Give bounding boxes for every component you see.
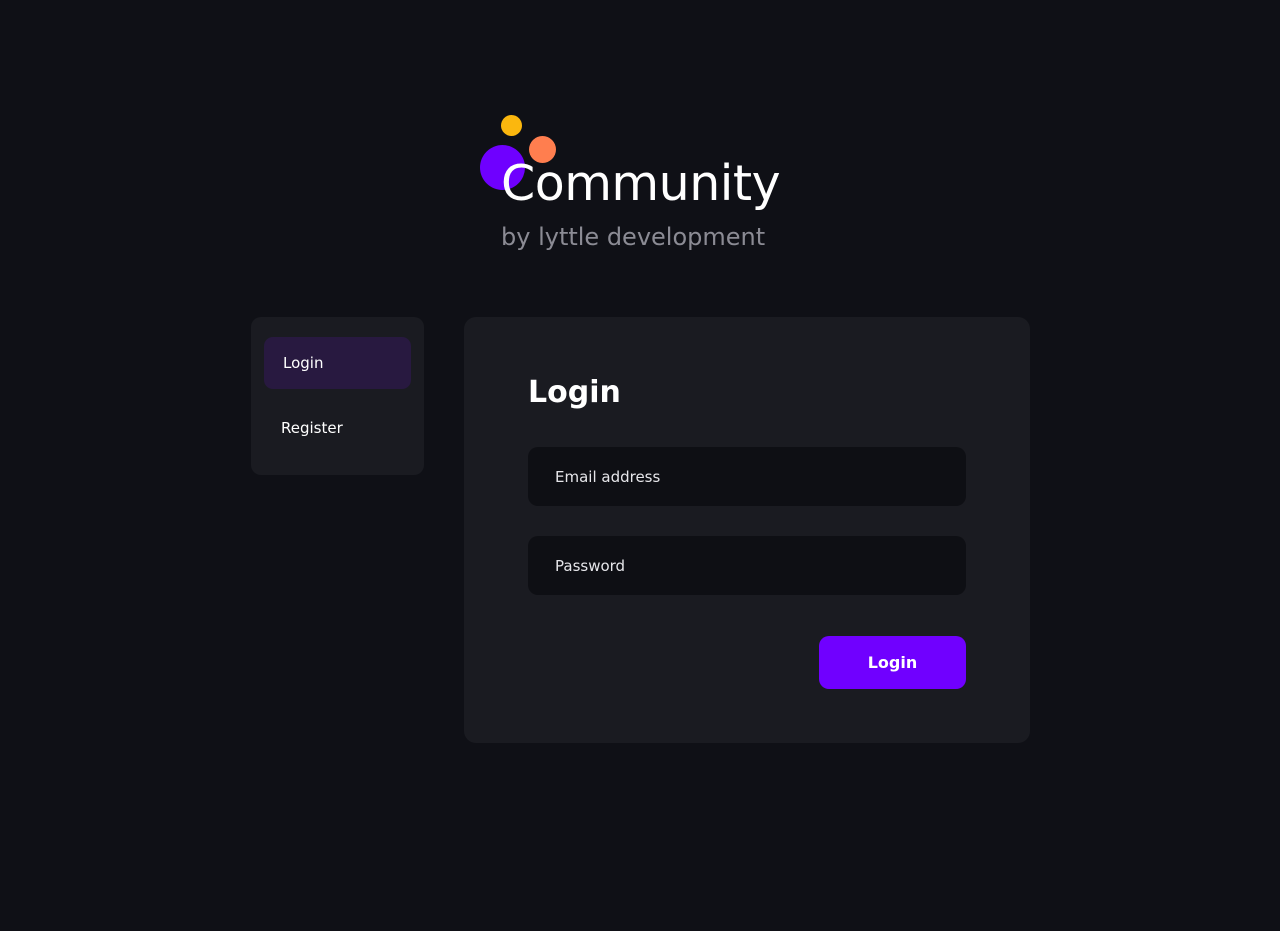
password-field[interactable] <box>528 536 966 595</box>
login-submit-button[interactable]: Login <box>819 636 966 689</box>
login-heading: Login <box>528 375 621 410</box>
sidebar-item-login[interactable]: Login <box>264 337 411 389</box>
login-page: Community by lyttle development Login Re… <box>0 0 1280 931</box>
brand-title: Community <box>501 155 781 212</box>
sidebar-item-label: Register <box>281 419 343 437</box>
brand-logo: Community by lyttle development <box>478 112 818 262</box>
logo-yellow-dot <box>501 115 522 136</box>
sidebar-item-register[interactable]: Register <box>264 402 411 454</box>
login-card: Login Login <box>464 317 1030 743</box>
brand-subtitle: by lyttle development <box>501 223 766 251</box>
email-field[interactable] <box>528 447 966 506</box>
sidebar-item-label: Login <box>283 354 324 372</box>
auth-sidebar: Login Register <box>251 317 424 475</box>
